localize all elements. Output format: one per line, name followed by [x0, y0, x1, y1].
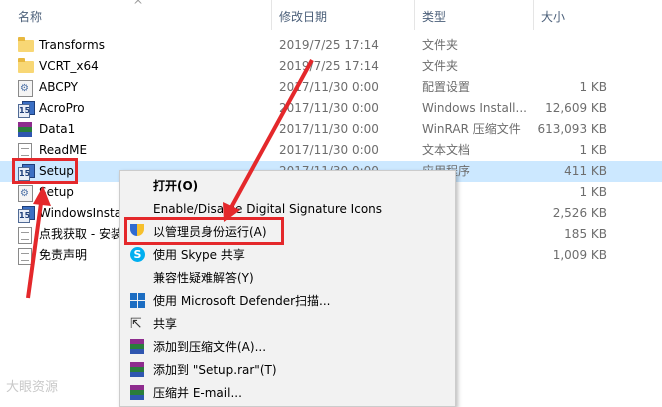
watermark-text: 大眼资源	[6, 380, 59, 395]
arrow-to-setup	[26, 186, 51, 299]
annotation-arrows	[26, 59, 314, 299]
arrow-to-run-as-admin	[223, 59, 314, 222]
